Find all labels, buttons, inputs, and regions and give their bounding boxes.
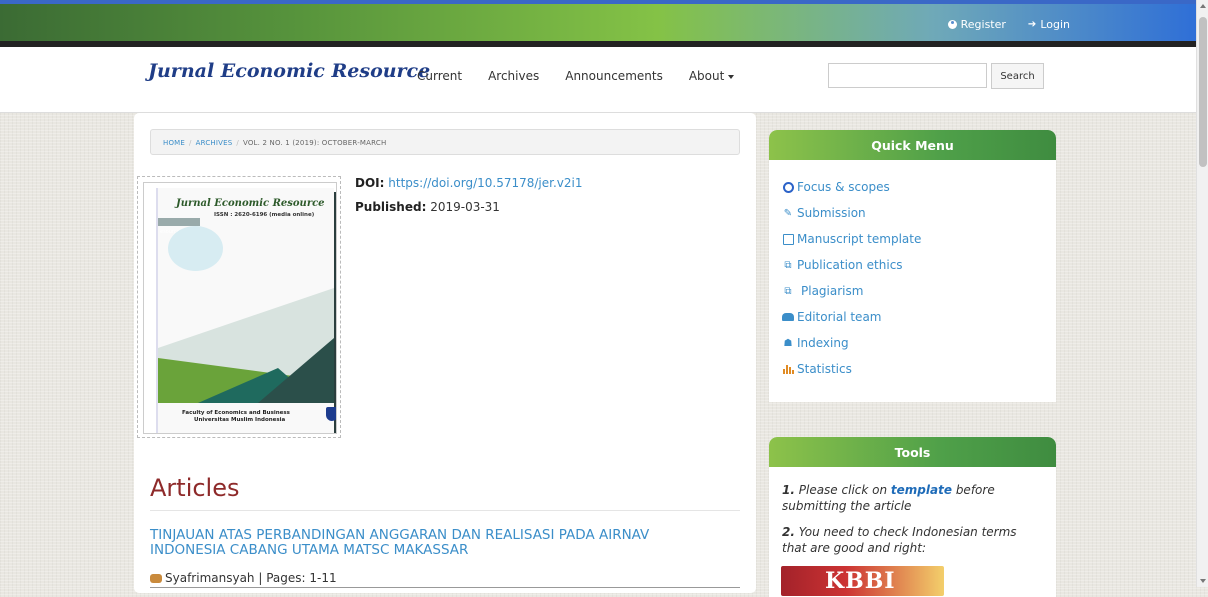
search-button[interactable]: Search	[991, 63, 1044, 89]
tools-block: Tools 1. Please click on template before…	[769, 437, 1056, 597]
cover-shapes	[158, 288, 334, 403]
university-logo	[326, 407, 336, 421]
breadcrumb-current: VOL. 2 NO. 1 (2019): OCTOBER-MARCH	[242, 139, 387, 147]
quick-menu-title: Quick Menu	[769, 130, 1056, 160]
breadcrumb-archives[interactable]: ARCHIVES	[196, 139, 233, 147]
article-pages: | Pages: 1-11	[258, 571, 337, 585]
quick-menu-focus-scopes[interactable]: Focus & scopes	[782, 174, 1056, 200]
breadcrumb-separator: /	[189, 139, 192, 147]
site-header: Jurnal Economic Resource Current Archive…	[0, 47, 1196, 113]
site-logo[interactable]: Jurnal Economic Resource	[148, 60, 430, 82]
article-title-link[interactable]: TINJAUAN ATAS PERBANDINGAN ANGGARAN DAN …	[150, 528, 710, 558]
bar-chart-icon	[782, 364, 794, 374]
published-date: 2019-03-31	[430, 200, 500, 214]
tools-item-2: 2. You need to check Indonesian terms th…	[782, 524, 1043, 556]
scroll-down-icon[interactable]	[1200, 579, 1206, 583]
login-link[interactable]: ➔ Login	[1028, 18, 1070, 31]
quick-menu-block: Quick Menu Focus & scopes ✎ Submission Ma…	[769, 130, 1056, 402]
nav-about[interactable]: About	[688, 69, 735, 83]
quick-menu-label: Plagiarism	[801, 284, 864, 298]
quick-menu-statistics[interactable]: Statistics	[782, 356, 1056, 382]
nav-announcements[interactable]: Announcements	[565, 69, 663, 83]
nav-current[interactable]: Current	[417, 69, 462, 83]
scrollbar-thumb[interactable]	[1199, 17, 1207, 167]
published-row: Published: 2019-03-31	[355, 200, 582, 214]
quick-menu-label: Focus & scopes	[797, 180, 890, 194]
quick-menu-label: Manuscript template	[797, 232, 922, 246]
kbbi-label: KBBI	[825, 568, 896, 594]
quick-menu-label: Indexing	[797, 336, 849, 350]
quick-menu-publication-ethics[interactable]: ⧉ Publication ethics	[782, 252, 1056, 278]
main-content: HOME / ARCHIVES / VOL. 2 NO. 1 (2019): OCTOB…	[134, 113, 756, 593]
articles-heading: Articles	[150, 474, 740, 511]
breadcrumb-separator: /	[236, 139, 239, 147]
cover-sheet: Jurnal Economic Resource ISSN : 2620-619…	[156, 188, 336, 433]
quick-menu-label: Publication ethics	[797, 258, 903, 272]
tools-item-1-pre: Please click on	[798, 483, 888, 497]
article-authors: Syafrimansyah	[165, 571, 255, 585]
breadcrumb: HOME / ARCHIVES / VOL. 2 NO. 1 (2019): OCTOB…	[150, 129, 740, 155]
breadcrumb-home[interactable]: HOME	[163, 139, 185, 147]
template-link[interactable]: template	[891, 483, 952, 497]
circle-o-icon	[782, 181, 794, 193]
tools-item-1: 1. Please click on template before submi…	[782, 482, 1043, 514]
doi-label: DOI:	[355, 176, 385, 190]
user-circle-icon	[947, 20, 957, 29]
file-text-icon	[782, 233, 794, 245]
copy-alt-icon: ⧉	[784, 285, 792, 297]
tools-item-2-text: You need to check Indonesian terms that …	[782, 525, 1017, 555]
quick-menu-list: Focus & scopes ✎ Submission Manuscript te…	[769, 160, 1056, 382]
published-label: Published:	[355, 200, 427, 214]
doi-row: DOI: https://doi.org/10.57178/jer.v2i1	[355, 176, 582, 190]
quick-menu-indexing[interactable]: ☗ Indexing	[782, 330, 1056, 356]
users-icon	[782, 313, 794, 321]
tools-title: Tools	[769, 437, 1056, 467]
account-links: Register ➔ Login	[947, 18, 1070, 31]
nav-archives[interactable]: Archives	[488, 69, 539, 83]
kbbi-banner[interactable]: KBBI	[781, 566, 944, 596]
copy-icon: ⧉	[784, 259, 792, 271]
quick-menu-label: Editorial team	[797, 310, 882, 324]
quick-menu-label: Statistics	[797, 362, 852, 376]
nav-about-label: About	[688, 69, 725, 83]
cover-image: Jurnal Economic Resource ISSN : 2620-619…	[143, 182, 337, 434]
issue-cover[interactable]: Jurnal Economic Resource ISSN : 2620-619…	[137, 176, 341, 438]
main-nav: Current Archives Announcements About	[417, 69, 735, 83]
issue-meta: DOI: https://doi.org/10.57178/jer.v2i1 P…	[355, 176, 582, 224]
quick-menu-plagiarism[interactable]: ⧉ Plagiarism	[782, 278, 1056, 304]
article-meta: Syafrimansyah | Pages: 1-11	[150, 571, 740, 588]
caret-down-icon	[728, 74, 735, 79]
tools-body: 1. Please click on template before submi…	[769, 467, 1056, 556]
sign-in-icon: ➔	[1027, 19, 1037, 30]
login-label: Login	[1040, 18, 1070, 31]
cover-faculty-line1: Faculty of Economics and Business	[182, 410, 290, 416]
top-bar: Register ➔ Login	[0, 0, 1196, 47]
quick-menu-label: Submission	[797, 206, 866, 220]
register-link[interactable]: Register	[947, 18, 1006, 31]
quick-menu-editorial-team[interactable]: Editorial team	[782, 304, 1056, 330]
search-input[interactable]	[828, 63, 987, 88]
edit-icon: ✎	[783, 207, 793, 219]
quick-menu-manuscript-template[interactable]: Manuscript template	[782, 226, 1056, 252]
cover-faculty: Faculty of Economics and Business Univer…	[182, 410, 290, 424]
sitemap-icon: ☗	[783, 337, 793, 349]
doi-link[interactable]: https://doi.org/10.57178/jer.v2i1	[388, 176, 582, 190]
tools-item-2-number: 2.	[782, 525, 795, 539]
cover-faculty-line2: Universitas Muslim Indonesia	[194, 417, 286, 423]
quick-menu-submission[interactable]: ✎ Submission	[782, 200, 1056, 226]
register-label: Register	[960, 18, 1006, 31]
authors-icon	[150, 574, 162, 583]
page-scrollbar[interactable]	[1196, 0, 1208, 587]
tools-item-1-number: 1.	[782, 483, 795, 497]
scroll-up-icon[interactable]	[1200, 4, 1206, 8]
